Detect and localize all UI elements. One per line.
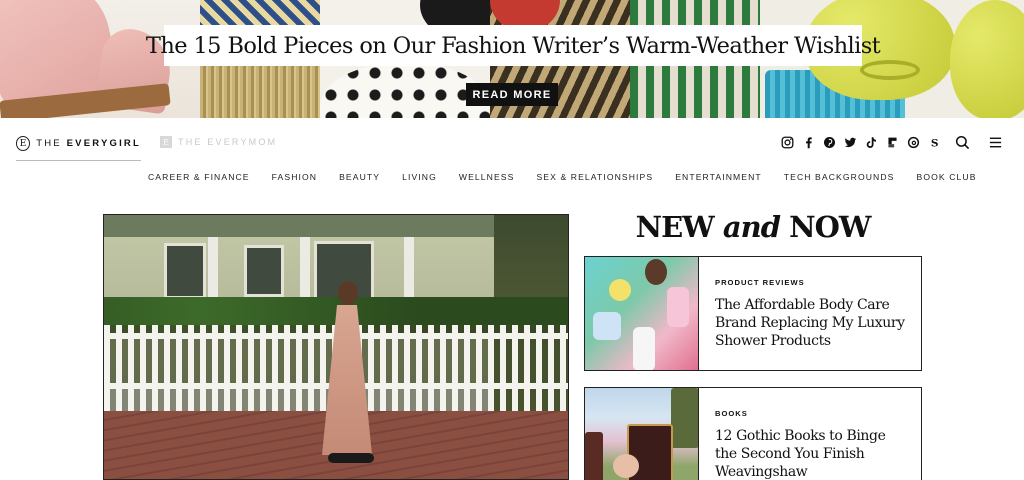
article-thumbnail[interactable] [585,388,699,480]
hero-title[interactable]: The 15 Bold Pieces on Our Fashion Writer… [146,33,881,59]
woman-walking [314,281,384,479]
nav-item-wellness[interactable]: WELLNESS [459,172,515,182]
featured-article-image[interactable] [103,214,569,480]
nav-item-book-club[interactable]: BOOK CLUB [916,172,976,182]
nav-item-entertainment[interactable]: ENTERTAINMENT [675,172,762,182]
everymom-wordmark: THE EVERYMOM [178,137,278,147]
hero-banner[interactable]: The 15 Bold Pieces on Our Fashion Writer… [0,0,1024,118]
window [244,245,284,297]
primary-nav: CAREER & FINANCE FASHION BEAUTY LIVING W… [148,172,999,182]
svg-text:S: S [931,138,939,149]
article-card[interactable]: BOOKS 12 Gothic Books to Binge the Secon… [584,387,922,480]
search-icon[interactable] [954,134,970,150]
nav-item-living[interactable]: LIVING [402,172,437,182]
logo-name: EVERYGIRL [66,138,141,149]
substack-icon[interactable]: S [927,135,942,150]
instagram-icon[interactable] [780,135,795,150]
heading-italic: and [722,210,781,244]
threads-icon[interactable] [906,135,921,150]
article-title[interactable]: The Affordable Body Care Brand Replacing… [715,296,909,350]
site-header: E THE EVERYGIRL E THE EVERYMOM S CAREER … [0,118,1024,198]
logo-wordmark: THE EVERYGIRL [36,138,141,149]
tiktok-icon[interactable] [864,135,879,150]
logo-monogram: E [16,136,31,151]
window [164,243,206,299]
everygirl-logo[interactable]: E THE EVERYGIRL [16,136,141,161]
everymom-logo[interactable]: E THE EVERYMOM [160,136,277,148]
nav-item-tech-backgrounds[interactable]: TECH BACKGROUNDS [784,172,895,182]
hero-title-box[interactable]: The 15 Bold Pieces on Our Fashion Writer… [146,25,881,66]
logo-prefix: THE [36,138,67,149]
article-category[interactable]: PRODUCT REVIEWS [715,278,909,287]
hero-image-bow [860,60,920,80]
flipboard-icon[interactable] [885,135,900,150]
nav-item-fashion[interactable]: FASHION [272,172,317,182]
hamburger-menu-icon[interactable] [987,134,1003,150]
facebook-icon[interactable] [801,135,816,150]
article-card[interactable]: PRODUCT REVIEWS The Affordable Body Care… [584,256,922,371]
nav-item-career-finance[interactable]: CAREER & FINANCE [148,172,250,182]
pinterest-icon[interactable] [822,135,837,150]
twitter-icon[interactable] [843,135,858,150]
heading-part: NEW [635,210,723,244]
new-and-now-heading: NEW and NOW [584,210,922,244]
everymom-monogram: E [160,136,172,148]
read-more-button[interactable]: READ MORE [466,83,558,106]
article-title[interactable]: 12 Gothic Books to Binge the Second You … [715,427,909,480]
heading-part: NOW [780,210,871,244]
article-category[interactable]: BOOKS [715,409,909,418]
article-thumbnail[interactable] [585,257,699,370]
social-links: S [780,135,942,150]
nav-item-beauty[interactable]: BEAUTY [339,172,380,182]
nav-item-sex-relationships[interactable]: SEX & RELATIONSHIPS [536,172,653,182]
